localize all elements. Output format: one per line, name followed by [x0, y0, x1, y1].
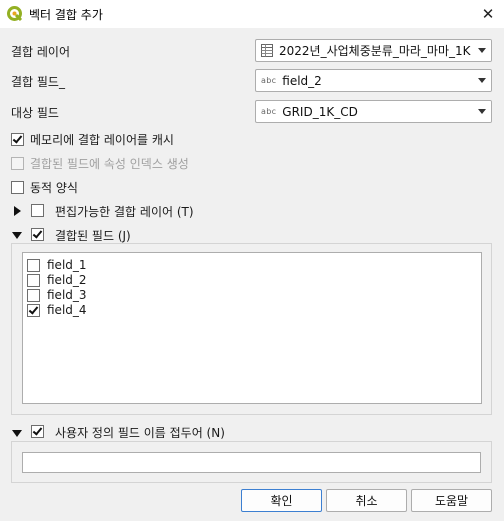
cache-checkbox-label: 메모리에 결합 레이어를 캐시 — [30, 133, 174, 147]
field-checkbox[interactable] — [27, 274, 40, 287]
join-layer-value: 2022년_사업체중분류_마라_마마_1K — [279, 44, 471, 58]
joined-fields-checkbox[interactable] — [31, 228, 44, 241]
qgis-logo-icon — [7, 6, 23, 22]
dynamic-form-label: 동적 양식 — [30, 181, 78, 195]
field-checkbox[interactable] — [27, 289, 40, 302]
field-label: field_3 — [47, 288, 87, 302]
field-label: field_4 — [47, 303, 87, 317]
cache-checkbox[interactable] — [11, 133, 24, 146]
field-type-tag: abc — [261, 76, 277, 85]
title-bar: 벡터 결합 추가 ✕ — [0, 0, 504, 28]
field-checkbox[interactable] — [27, 304, 40, 317]
create-index-label: 결합된 필드에 속성 인덱스 생성 — [30, 157, 189, 171]
editable-join-checkbox[interactable] — [31, 204, 44, 217]
target-field-select[interactable]: abc GRID_1K_CD — [255, 100, 492, 123]
join-layer-select[interactable]: 2022년_사업체중분류_마라_마마_1K — [255, 39, 492, 62]
collapse-arrow-icon[interactable] — [12, 232, 22, 239]
close-icon: ✕ — [481, 5, 495, 23]
collapse-arrow-icon[interactable] — [12, 430, 22, 437]
target-field-value: GRID_1K_CD — [282, 104, 358, 119]
chevron-down-icon — [473, 40, 491, 61]
ok-button[interactable]: 확인 — [241, 489, 322, 512]
join-layer-label: 결합 레이어 — [11, 45, 71, 59]
join-field-label: 결합 필드_ — [11, 75, 65, 89]
expand-arrow-icon[interactable] — [14, 206, 21, 216]
close-button[interactable]: ✕ — [478, 4, 498, 24]
create-index-checkbox — [11, 157, 24, 170]
field-label: field_1 — [47, 258, 87, 272]
custom-prefix-checkbox[interactable] — [31, 425, 44, 438]
cancel-button[interactable]: 취소 — [326, 489, 407, 512]
field-label: field_2 — [47, 273, 87, 287]
prefix-input[interactable] — [22, 452, 481, 473]
join-field-select[interactable]: abc field_2 — [255, 69, 492, 92]
window-title: 벡터 결합 추가 — [29, 8, 103, 22]
target-field-label: 대상 필드 — [11, 106, 59, 120]
table-layer-icon — [261, 44, 273, 57]
editable-join-label: 편집가능한 결합 레이어 (T) — [55, 205, 194, 219]
chevron-down-icon — [473, 101, 491, 122]
join-field-value: field_2 — [282, 73, 322, 88]
joined-fields-list[interactable]: field_1 field_2 field_3 field_4 — [22, 252, 482, 404]
help-button[interactable]: 도움말 — [411, 489, 492, 512]
chevron-down-icon — [473, 70, 491, 91]
joined-fields-label: 결합된 필드 (J) — [55, 229, 131, 243]
custom-prefix-label: 사용자 정의 필드 이름 접두어 (N) — [55, 426, 225, 440]
field-type-tag: abc — [261, 107, 277, 116]
field-checkbox[interactable] — [27, 259, 40, 272]
dynamic-form-checkbox[interactable] — [11, 181, 24, 194]
